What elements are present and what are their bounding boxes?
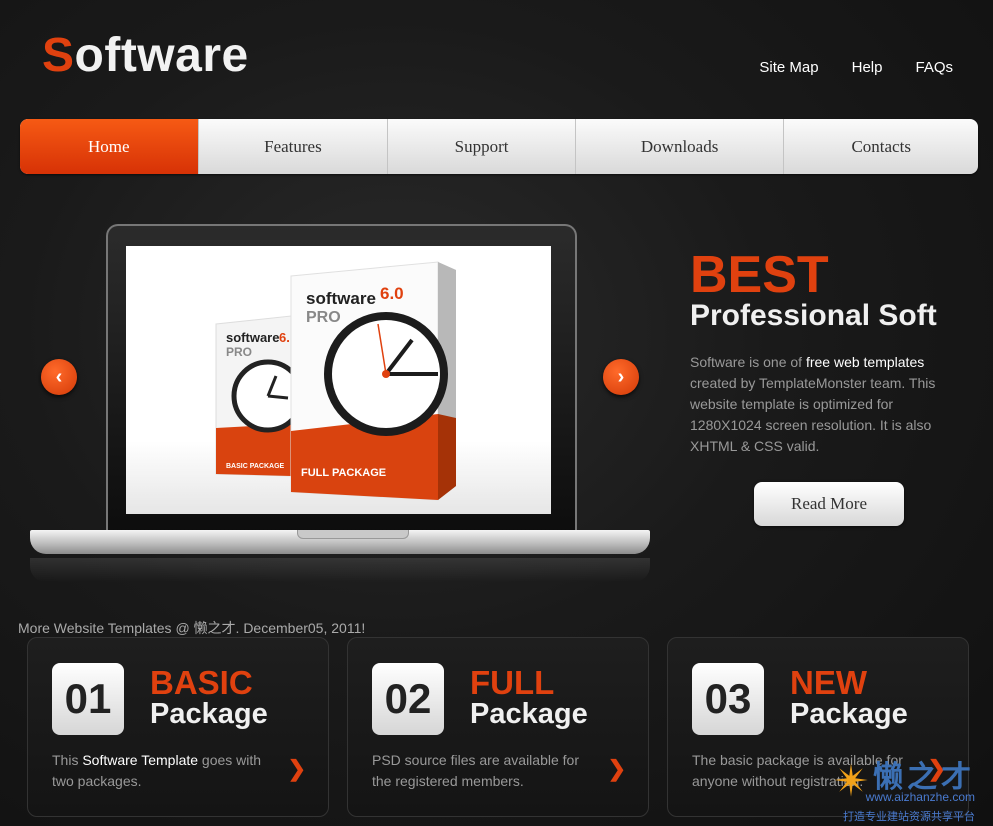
watermark: ✴ 懒之才 www.aizhanzhe.com 打造专业建站资源共享平台 (833, 752, 983, 823)
package-more-arrow-icon[interactable]: ❯ (288, 756, 306, 782)
nav-item-support[interactable]: Support (388, 119, 576, 174)
promo-desc-start: Software is one of (690, 354, 806, 370)
main-nav: Home Features Support Downloads Contacts (20, 119, 978, 174)
front-box-title: software (306, 289, 376, 308)
back-box-edition: PRO (226, 345, 252, 359)
software-boxes-illustration: software 6. PRO BASIC PACKAGE software 6… (126, 261, 551, 514)
promo-desc-end: created by TemplateMonster team. This we… (690, 375, 936, 454)
faqs-link[interactable]: FAQs (915, 59, 953, 76)
package-more-arrow-icon[interactable]: ❯ (608, 756, 626, 782)
promo-heading: BEST (690, 246, 829, 304)
package-card-basic: 01 BASIC Package This Software Template … (27, 637, 329, 817)
package-number: 03 (692, 663, 764, 735)
nav-item-features[interactable]: Features (199, 119, 389, 174)
nav-item-contacts[interactable]: Contacts (784, 119, 978, 174)
package-desc-start: This (52, 752, 83, 768)
software-template-link[interactable]: Software Template (82, 752, 198, 768)
laptop-reflection (30, 558, 650, 582)
package-subtitle: Package (150, 698, 268, 730)
back-box-version: 6. (279, 330, 290, 345)
logo-initial: S (42, 29, 75, 82)
top-links: Site Map Help FAQs (759, 59, 953, 76)
package-description: PSD source files are available for the r… (372, 752, 579, 789)
nav-item-home[interactable]: Home (20, 119, 199, 174)
slide-image: software 6. PRO BASIC PACKAGE software 6… (126, 246, 551, 514)
watermark-logo-icon: ✴ (833, 757, 870, 806)
package-title: BASIC (150, 664, 253, 701)
package-subtitle: Package (470, 698, 588, 730)
package-description: This Software Template goes with two pac… (52, 750, 282, 792)
free-web-templates-link[interactable]: free web templates (806, 354, 924, 370)
read-more-button[interactable]: Read More (754, 482, 904, 526)
front-box-edition: PRO (306, 309, 341, 326)
package-subtitle: Package (790, 698, 908, 730)
page: Software Site Map Help FAQs Home Feature… (0, 0, 993, 826)
logo-text: oftware (74, 29, 249, 82)
back-box-title: software (226, 330, 279, 345)
site-map-link[interactable]: Site Map (759, 59, 818, 76)
package-number: 01 (52, 663, 124, 735)
laptop-screen: software 6. PRO BASIC PACKAGE software 6… (106, 224, 577, 534)
package-number: 02 (372, 663, 444, 735)
watermark-slogan: 打造专业建站资源共享平台 (843, 811, 975, 823)
watermark-url: www.aizhanzhe.com (865, 790, 975, 804)
promo-subheading: Professional Soft (690, 299, 937, 332)
more-templates-text: More Website Templates @ 懒之才. December05… (18, 620, 366, 636)
front-box-version: 6.0 (380, 284, 404, 303)
front-box-label: FULL PACKAGE (301, 467, 386, 479)
nav-item-downloads[interactable]: Downloads (576, 119, 785, 174)
promo-description: Software is one of free web templates cr… (690, 352, 950, 457)
laptop-notch (297, 530, 409, 539)
laptop-image: software 6. PRO BASIC PACKAGE software 6… (30, 224, 650, 584)
back-box-label: BASIC PACKAGE (226, 463, 285, 470)
logo[interactable]: Software (42, 26, 249, 86)
package-title: NEW (790, 664, 867, 701)
help-link[interactable]: Help (852, 59, 883, 76)
package-card-full: 02 FULL Package PSD source files are ava… (347, 637, 649, 817)
package-title: FULL (470, 664, 555, 701)
